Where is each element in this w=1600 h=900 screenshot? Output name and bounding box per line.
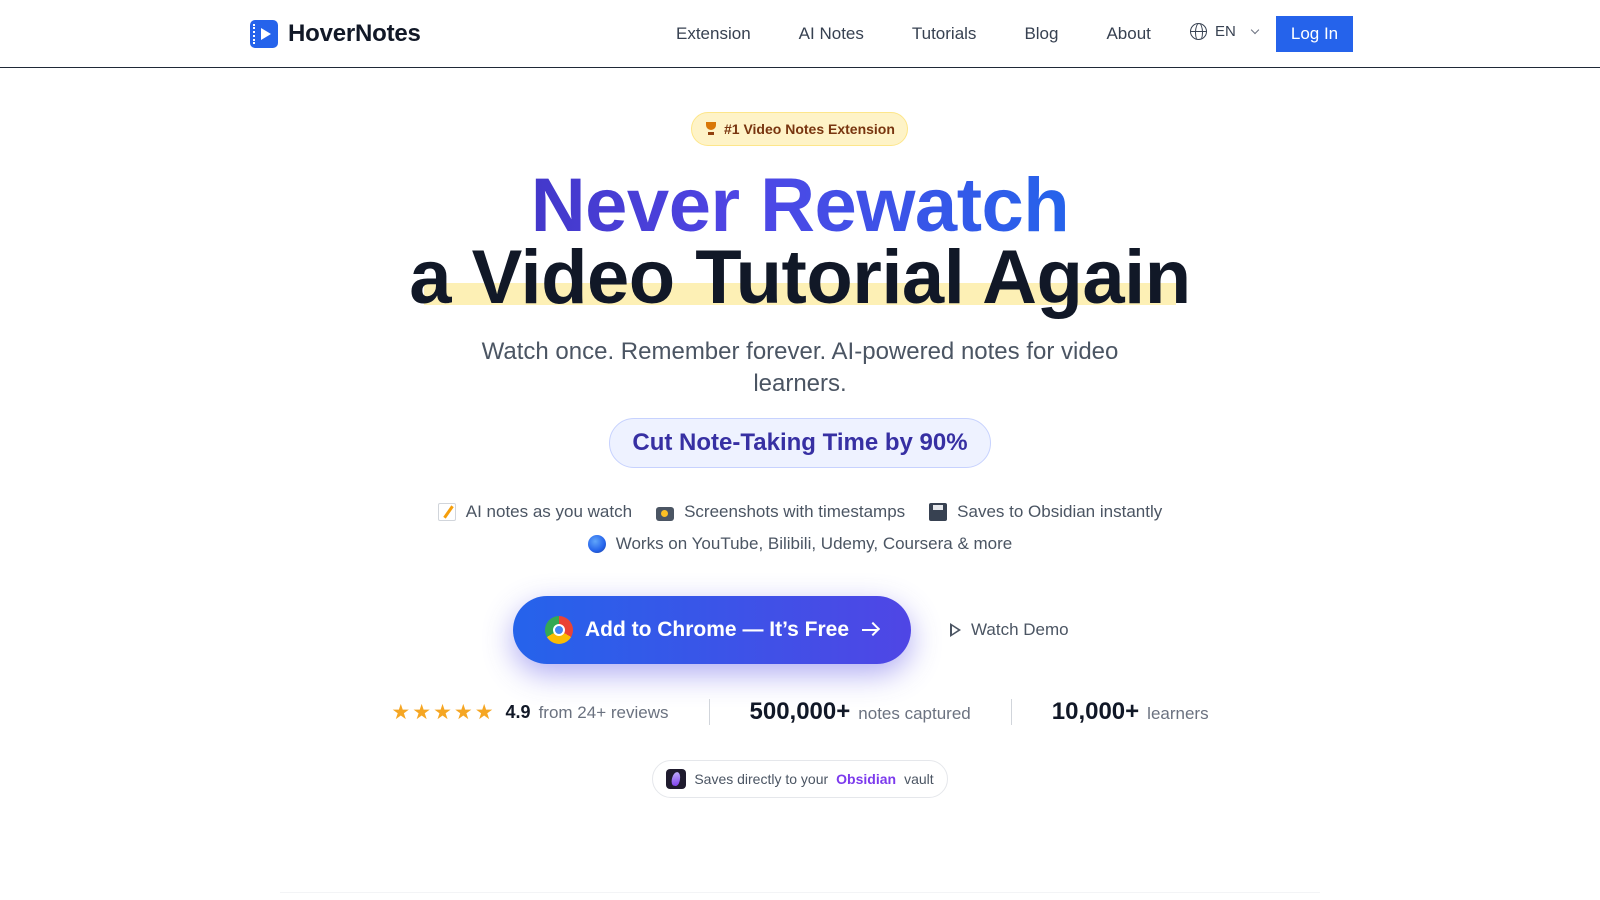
logo[interactable]: HoverNotes — [250, 20, 421, 48]
trophy-icon — [704, 122, 718, 136]
nav-item-about[interactable]: About — [1106, 24, 1150, 44]
camera-icon — [656, 507, 675, 521]
feature-item: Saves to Obsidian instantly — [929, 500, 1162, 524]
notes-stat: 500,000+ notes captured — [750, 698, 971, 726]
stats-bar: ★ ★ ★ ★ ★ 4.9 from 24+ reviews 500,000+ … — [0, 698, 1600, 726]
badge-label: #1 Video Notes Extension — [724, 121, 895, 137]
rating-stat: ★ ★ ★ ★ ★ 4.9 from 24+ reviews — [391, 702, 668, 723]
notes-label: notes captured — [858, 704, 971, 723]
brand-name: HoverNotes — [288, 20, 421, 47]
watch-demo-button[interactable]: Watch Demo — [950, 620, 1069, 640]
notes-value: 500,000+ — [749, 698, 851, 725]
login-button[interactable]: Log In — [1276, 16, 1353, 52]
play-icon — [950, 623, 961, 637]
floppy-disk-icon — [929, 503, 948, 521]
memo-icon — [437, 503, 456, 521]
cta-label: Add to Chrome — It’s Free — [584, 618, 850, 641]
hero-subtitle: Watch once. Remember forever. AI-powered… — [481, 338, 1119, 397]
watch-demo-label: Watch Demo — [971, 620, 1069, 639]
star-icon: ★ — [474, 700, 494, 724]
rating-value: 4.9 — [505, 701, 531, 722]
main-nav: Extension AI Notes Tutorials Blog About — [650, 0, 1151, 68]
globe-icon — [587, 535, 606, 553]
obsidian-logo-icon — [666, 769, 687, 789]
feature-item: AI notes as you watch — [437, 500, 632, 524]
feature-list: AI notes as you watch Screenshots with t… — [0, 500, 1600, 556]
top-badge: #1 Video Notes Extension — [691, 112, 908, 146]
arrow-right-icon — [861, 621, 879, 639]
learners-label: learners — [1147, 704, 1209, 723]
nav-item-blog[interactable]: Blog — [1024, 24, 1058, 44]
site-header: HoverNotes Extension AI Notes Tutorials … — [0, 0, 1600, 68]
content-preview-edge — [280, 892, 1320, 900]
obsidian-note-prefix: Saves directly to your — [694, 771, 829, 787]
nav-item-tutorials[interactable]: Tutorials — [912, 24, 977, 44]
time-saving-pill: Cut Note-Taking Time by 90% — [609, 418, 991, 468]
star-rating: ★ ★ ★ ★ ★ — [391, 702, 493, 723]
add-to-chrome-button[interactable]: Add to Chrome — It’s Free — [513, 596, 911, 664]
reviews-text: from 24+ reviews — [538, 702, 669, 722]
star-icon: ★ — [433, 700, 452, 724]
headline-line-2: a Video Tutorial Again — [409, 235, 1191, 320]
star-icon: ★ — [453, 700, 473, 724]
chevron-down-icon — [1250, 25, 1260, 34]
globe-icon — [1190, 23, 1207, 40]
language-selector[interactable]: EN — [1190, 23, 1260, 40]
nav-item-extension[interactable]: Extension — [676, 24, 751, 44]
stat-divider — [1010, 699, 1012, 725]
language-label: EN — [1215, 23, 1236, 40]
obsidian-brand: Obsidian — [836, 771, 897, 787]
nav-item-ai-notes[interactable]: AI Notes — [799, 24, 864, 44]
obsidian-note-suffix: vault — [904, 771, 934, 787]
learners-value: 10,000+ — [1051, 698, 1140, 725]
logo-icon — [250, 20, 278, 48]
star-icon: ★ — [412, 700, 432, 724]
stat-divider — [708, 699, 710, 725]
star-icon: ★ — [391, 700, 411, 724]
obsidian-note: Saves directly to your Obsidian vault — [652, 760, 948, 798]
feature-item: Works on YouTube, Bilibili, Udemy, Cours… — [587, 532, 1012, 556]
feature-item: Screenshots with timestamps — [656, 500, 905, 524]
chrome-icon — [544, 616, 573, 644]
learners-stat: 10,000+ learners — [1052, 698, 1209, 726]
